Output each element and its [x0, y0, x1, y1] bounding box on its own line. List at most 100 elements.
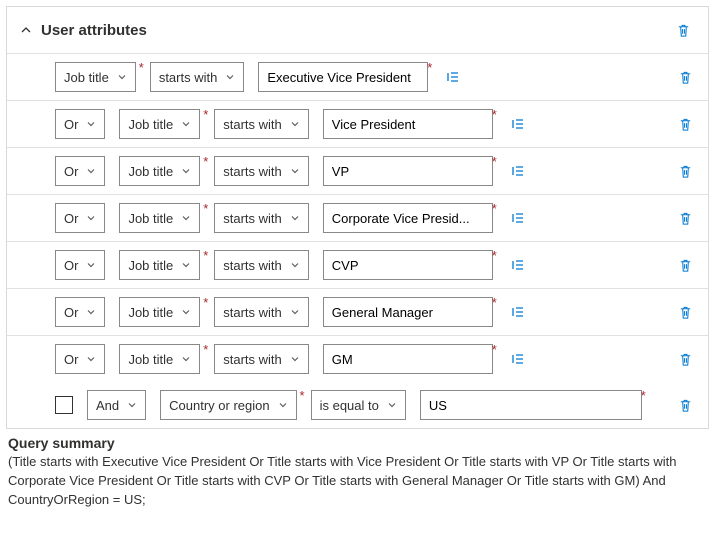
chevron-down-icon	[181, 354, 191, 364]
operator-label: starts with	[223, 211, 282, 226]
logic-label: And	[96, 398, 119, 413]
chevron-down-icon	[290, 166, 300, 176]
collapse-icon[interactable]	[19, 23, 33, 37]
attribute-dropdown[interactable]: Job title	[119, 250, 200, 280]
chevron-down-icon	[290, 119, 300, 129]
delete-rule-button[interactable]	[672, 346, 698, 372]
chevron-down-icon	[225, 72, 235, 82]
value-input[interactable]	[323, 156, 493, 186]
list-values-button[interactable]	[505, 299, 531, 325]
required-indicator: *	[492, 295, 497, 310]
user-attributes-panel: User attributes Job title*starts with*Or…	[6, 6, 709, 429]
delete-rule-button[interactable]	[672, 205, 698, 231]
operator-label: starts with	[223, 258, 282, 273]
logic-label: Or	[64, 117, 78, 132]
logic-dropdown[interactable]: Or	[55, 297, 105, 327]
attribute-dropdown[interactable]: Job title	[119, 344, 200, 374]
delete-section-button[interactable]	[670, 17, 696, 43]
operator-dropdown[interactable]: starts with	[214, 250, 309, 280]
required-indicator: *	[492, 107, 497, 122]
value-input[interactable]	[258, 62, 428, 92]
delete-rule-button[interactable]	[672, 111, 698, 137]
group-checkbox[interactable]	[55, 396, 73, 414]
attribute-label: Job title	[128, 352, 173, 367]
chevron-down-icon	[181, 166, 191, 176]
attribute-dropdown[interactable]: Job title	[119, 203, 200, 233]
delete-rule-button[interactable]	[672, 299, 698, 325]
list-values-button[interactable]	[505, 252, 531, 278]
list-values-button[interactable]	[440, 64, 466, 90]
value-input[interactable]	[323, 344, 493, 374]
required-indicator: *	[427, 60, 432, 75]
delete-rule-button[interactable]	[672, 392, 698, 418]
attribute-label: Job title	[128, 305, 173, 320]
attribute-label: Job title	[64, 70, 109, 85]
delete-rule-button[interactable]	[672, 158, 698, 184]
chevron-down-icon	[181, 119, 191, 129]
operator-dropdown[interactable]: starts with	[214, 109, 309, 139]
logic-dropdown[interactable]: Or	[55, 156, 105, 186]
list-values-button[interactable]	[505, 346, 531, 372]
logic-dropdown[interactable]: Or	[55, 109, 105, 139]
list-values-button[interactable]	[505, 111, 531, 137]
chevron-down-icon	[86, 166, 96, 176]
chevron-down-icon	[127, 400, 137, 410]
operator-label: starts with	[223, 164, 282, 179]
logic-label: Or	[64, 164, 78, 179]
logic-label: Or	[64, 211, 78, 226]
attribute-dropdown[interactable]: Job title	[55, 62, 136, 92]
value-input[interactable]	[323, 250, 493, 280]
value-input[interactable]	[420, 390, 642, 420]
attribute-label: Job title	[128, 164, 173, 179]
required-indicator: *	[300, 388, 305, 403]
operator-dropdown[interactable]: starts with	[214, 156, 309, 186]
attribute-dropdown[interactable]: Job title	[119, 109, 200, 139]
value-input[interactable]	[323, 109, 493, 139]
chevron-down-icon	[181, 307, 191, 317]
attribute-dropdown[interactable]: Job title	[119, 297, 200, 327]
required-indicator: *	[492, 342, 497, 357]
rule-row: Job title*starts with*	[7, 54, 708, 101]
rule-row: OrJob title*starts with*	[7, 242, 708, 289]
value-input[interactable]	[323, 297, 493, 327]
query-summary: Query summary (Title starts with Executi…	[6, 429, 709, 512]
operator-dropdown[interactable]: starts with	[214, 344, 309, 374]
value-input[interactable]	[323, 203, 493, 233]
delete-rule-button[interactable]	[672, 252, 698, 278]
query-summary-title: Query summary	[8, 435, 707, 451]
required-indicator: *	[203, 201, 208, 216]
attribute-dropdown[interactable]: Job title	[119, 156, 200, 186]
operator-label: starts with	[159, 70, 218, 85]
rule-row: OrJob title*starts with*	[7, 101, 708, 148]
operator-label: starts with	[223, 305, 282, 320]
delete-rule-button[interactable]	[672, 64, 698, 90]
logic-dropdown[interactable]: Or	[55, 203, 105, 233]
required-indicator: *	[641, 388, 646, 403]
list-values-button[interactable]	[505, 158, 531, 184]
attribute-dropdown[interactable]: Country or region	[160, 390, 296, 420]
chevron-down-icon	[86, 307, 96, 317]
chevron-down-icon	[117, 72, 127, 82]
chevron-down-icon	[290, 307, 300, 317]
operator-dropdown[interactable]: starts with	[214, 297, 309, 327]
list-values-button[interactable]	[505, 205, 531, 231]
required-indicator: *	[203, 295, 208, 310]
attribute-label: Job title	[128, 211, 173, 226]
chevron-down-icon	[86, 213, 96, 223]
attribute-label: Job title	[128, 258, 173, 273]
logic-dropdown[interactable]: Or	[55, 250, 105, 280]
chevron-down-icon	[86, 354, 96, 364]
operator-dropdown[interactable]: is equal to	[311, 390, 406, 420]
chevron-down-icon	[387, 400, 397, 410]
chevron-down-icon	[181, 260, 191, 270]
operator-dropdown[interactable]: starts with	[214, 203, 309, 233]
chevron-down-icon	[290, 260, 300, 270]
operator-label: starts with	[223, 117, 282, 132]
operator-dropdown[interactable]: starts with	[150, 62, 245, 92]
logic-dropdown[interactable]: Or	[55, 344, 105, 374]
required-indicator: *	[203, 154, 208, 169]
logic-label: Or	[64, 258, 78, 273]
logic-dropdown[interactable]: And	[87, 390, 146, 420]
group-rule-row: And Country or region * is equal to *	[7, 382, 708, 428]
required-indicator: *	[492, 201, 497, 216]
